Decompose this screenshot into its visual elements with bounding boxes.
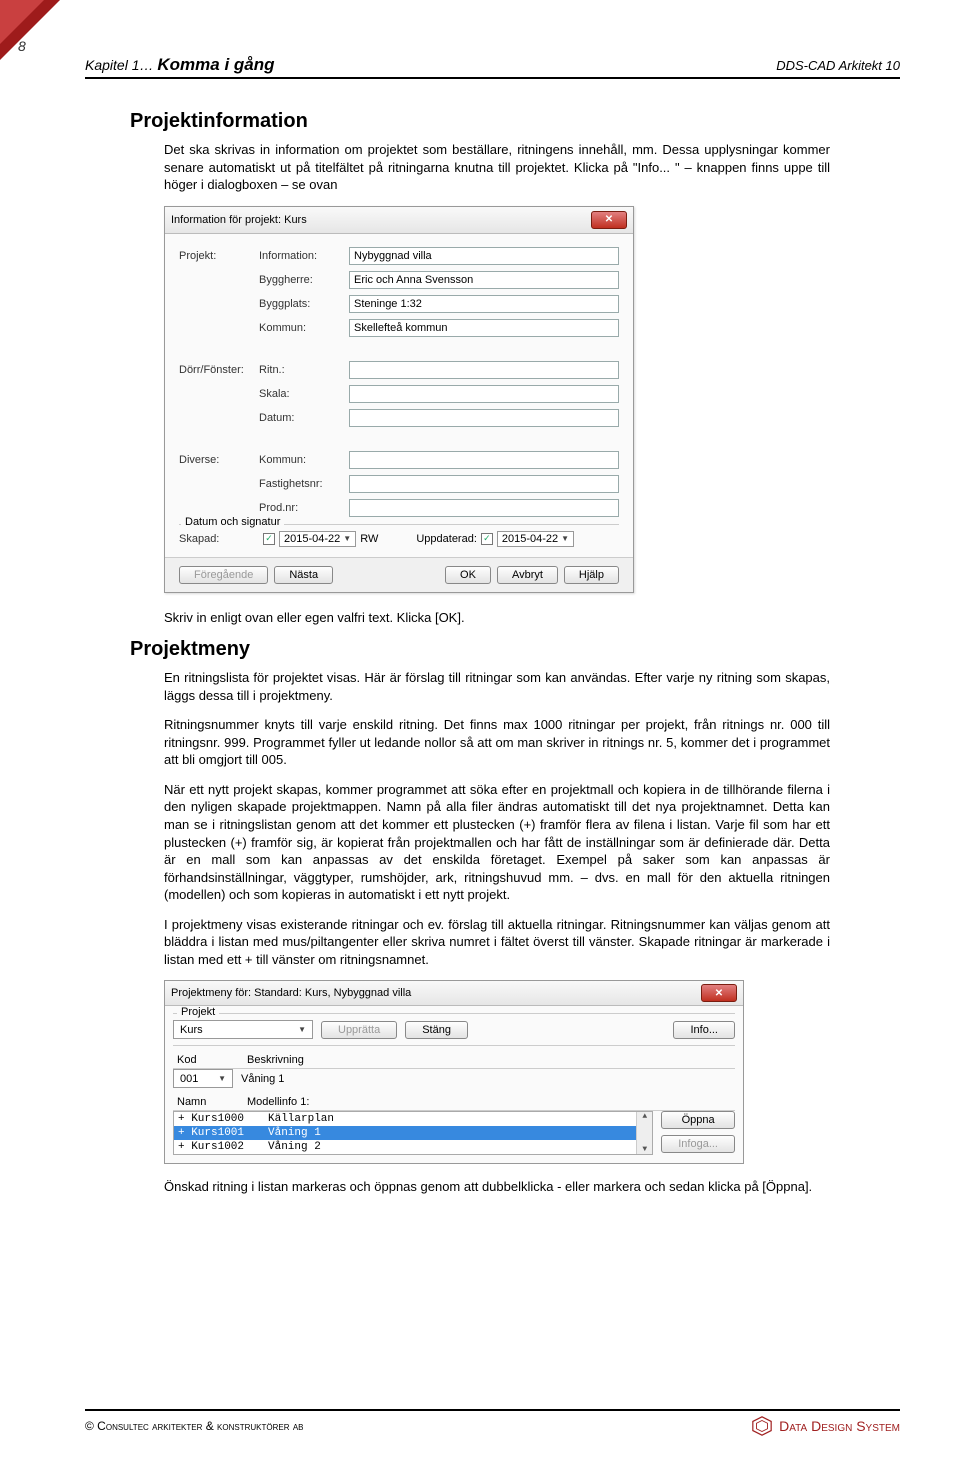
projekt-group-label: Projekt: xyxy=(179,250,259,262)
field-label: Byggplats: xyxy=(259,298,349,310)
chevron-down-icon: ▼ xyxy=(642,1145,647,1154)
prodnr-input[interactable] xyxy=(349,499,619,517)
dds-logo-icon xyxy=(751,1415,773,1437)
page-footer: © Consultec arkitekter & konstruktörer a… xyxy=(85,1409,900,1437)
kod-column-header: Kod xyxy=(177,1054,247,1066)
previous-button[interactable]: Föregående xyxy=(179,566,268,584)
list-item[interactable]: + Kurs1000Källarplan xyxy=(174,1112,636,1126)
paragraph: En ritningslista för projektet visas. Hä… xyxy=(164,669,830,704)
diverse-group-label: Diverse: xyxy=(179,454,259,466)
product-name: DDS-CAD Arkitekt 10 xyxy=(776,58,900,73)
field-label: Fastighetsnr: xyxy=(259,478,349,490)
fastighetsnr-input[interactable] xyxy=(349,475,619,493)
next-button[interactable]: Nästa xyxy=(274,566,333,584)
ritn-input[interactable] xyxy=(349,361,619,379)
projektmeny-dialog: Projektmeny för: Standard: Kurs, Nybyggn… xyxy=(164,980,744,1164)
section-heading-projektinformation: Projektinformation xyxy=(130,110,830,133)
skapad-sign: RW xyxy=(360,533,378,545)
byggplats-input[interactable] xyxy=(349,295,619,313)
information-input[interactable] xyxy=(349,247,619,265)
chevron-down-icon: ▼ xyxy=(218,1074,226,1083)
uppdaterad-label: Uppdaterad: xyxy=(416,533,477,545)
paragraph: När ett nytt projekt skapas, kommer prog… xyxy=(164,781,830,904)
field-label: Byggherre: xyxy=(259,274,349,286)
project-select[interactable]: Kurs▼ xyxy=(173,1020,313,1039)
list-item[interactable]: + Kurs1001Våning 1 xyxy=(174,1126,636,1140)
infoga-button[interactable]: Infoga... xyxy=(661,1135,735,1153)
field-label: Skala: xyxy=(259,388,349,400)
uppdaterad-date-picker[interactable]: 2015-04-22▼ xyxy=(497,531,574,547)
list-item[interactable]: + Kurs1002Våning 2 xyxy=(174,1140,636,1154)
stang-button[interactable]: Stäng xyxy=(405,1021,468,1039)
intro-paragraph: Det ska skrivas in information om projek… xyxy=(164,141,830,194)
section-heading-projektmeny: Projektmeny xyxy=(130,638,830,661)
close-icon[interactable]: ✕ xyxy=(701,984,737,1002)
skapad-label: Skapad: xyxy=(179,533,259,545)
chevron-down-icon: ▼ xyxy=(561,534,569,543)
field-label: Datum: xyxy=(259,412,349,424)
skapad-checkbox[interactable]: ✓ xyxy=(263,533,275,545)
copyright-text: © Consultec arkitekter & konstruktörer a… xyxy=(85,1419,304,1433)
ok-button[interactable]: OK xyxy=(445,566,491,584)
close-icon[interactable]: ✕ xyxy=(591,211,627,229)
field-label: Prod.nr: xyxy=(259,502,349,514)
namn-column-header: Namn xyxy=(177,1096,247,1108)
instruction-text: Skriv in enligt ovan eller egen valfri t… xyxy=(164,609,830,627)
field-label: Ritn.: xyxy=(259,364,349,376)
dialog-title: Information för projekt: Kurs xyxy=(171,214,307,226)
signature-group-label: Datum och signatur xyxy=(181,516,284,528)
paragraph: I projektmeny visas existerande ritninga… xyxy=(164,916,830,969)
company-name: Data Design System xyxy=(779,1418,900,1434)
project-info-dialog: Information för projekt: Kurs ✕ Projekt:… xyxy=(164,206,634,593)
info-button[interactable]: Info... xyxy=(673,1021,735,1039)
field-label: Kommun: xyxy=(259,322,349,334)
kommun-input[interactable] xyxy=(349,319,619,337)
dialog-title: Projektmeny för: Standard: Kurs, Nybyggn… xyxy=(171,987,411,999)
projekt-group-label: Projekt xyxy=(177,1006,219,1018)
corner-decoration xyxy=(0,0,60,60)
page-number: 8 xyxy=(18,38,26,54)
uppratta-button[interactable]: Upprätta xyxy=(321,1021,397,1039)
oppna-button[interactable]: Öppna xyxy=(661,1111,735,1129)
chapter-title: Komma i gång xyxy=(157,55,274,74)
paragraph: Ritningsnummer knyts till varje enskild … xyxy=(164,716,830,769)
div-kommun-input[interactable] xyxy=(349,451,619,469)
uppdaterad-checkbox[interactable]: ✓ xyxy=(481,533,493,545)
chapter-label: Kapitel 1… xyxy=(85,57,153,73)
chevron-up-icon: ▲ xyxy=(642,1112,647,1121)
instruction-text: Önskad ritning i listan markeras och öpp… xyxy=(164,1178,830,1196)
dorr-group-label: Dörr/Fönster: xyxy=(179,364,259,376)
field-label: Information: xyxy=(259,250,349,262)
scrollbar[interactable]: ▲▼ xyxy=(636,1112,652,1154)
page-header: Kapitel 1… Komma i gång DDS-CAD Arkitekt… xyxy=(85,55,900,79)
chevron-down-icon: ▼ xyxy=(343,534,351,543)
help-button[interactable]: Hjälp xyxy=(564,566,619,584)
datum-input[interactable] xyxy=(349,409,619,427)
chevron-down-icon: ▼ xyxy=(298,1025,306,1034)
byggherre-input[interactable] xyxy=(349,271,619,289)
field-label: Kommun: xyxy=(259,454,349,466)
beskrivning-value: Våning 1 xyxy=(241,1073,284,1085)
kod-select[interactable]: 001▼ xyxy=(173,1069,233,1088)
modell-column-header: Modellinfo 1: xyxy=(247,1096,309,1108)
skapad-date-picker[interactable]: 2015-04-22▼ xyxy=(279,531,356,547)
skala-input[interactable] xyxy=(349,385,619,403)
cancel-button[interactable]: Avbryt xyxy=(497,566,558,584)
beskrivning-column-header: Beskrivning xyxy=(247,1054,304,1066)
